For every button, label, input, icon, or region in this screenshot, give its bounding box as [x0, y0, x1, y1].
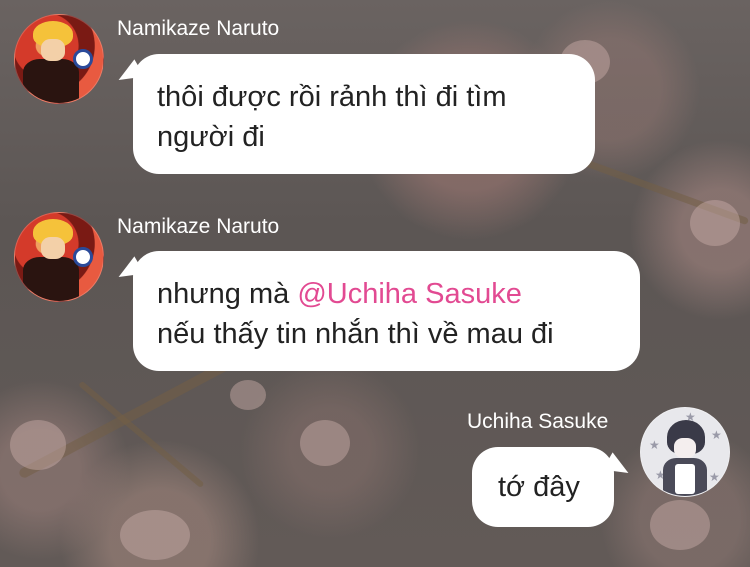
message-bubble[interactable]: nhưng mà @Uchiha Sasuke nếu thấy tin nhắ…: [133, 251, 640, 371]
sender-name[interactable]: Uchiha Sasuke: [467, 410, 608, 434]
message-text: tớ đây: [498, 471, 580, 503]
sender-name[interactable]: Namikaze Naruto: [117, 215, 279, 239]
message-bubble[interactable]: tớ đây: [472, 447, 614, 527]
message-text: nhưng mà: [157, 278, 298, 310]
naruto-avatar[interactable]: [14, 14, 104, 104]
message-line: nhưng mà @Uchiha Sasuke: [157, 274, 616, 314]
sasuke-avatar[interactable]: ★ ★ ★ ★ ★: [640, 407, 730, 497]
sender-name[interactable]: Namikaze Naruto: [117, 17, 279, 41]
message-bubble[interactable]: thôi được rồi rảnh thì đi tìm người đi: [133, 54, 595, 174]
message-text: người đi: [157, 121, 265, 153]
message-text: thôi được rồi rảnh thì đi tìm: [157, 81, 507, 113]
message-text: nếu thấy tin nhắn thì về mau đi: [157, 318, 554, 350]
naruto-avatar[interactable]: [14, 212, 104, 302]
user-mention[interactable]: @Uchiha Sasuke: [297, 278, 522, 310]
